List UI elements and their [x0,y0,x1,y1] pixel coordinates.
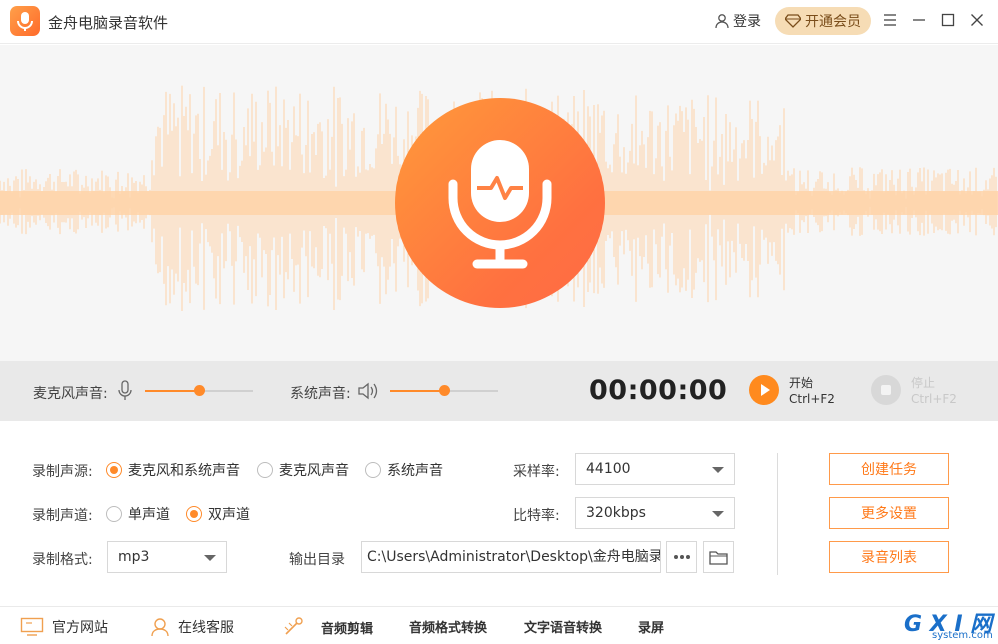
text-to-speech-link[interactable]: 文字语音转换 [524,617,602,636]
mic-volume-slider[interactable] [145,385,253,396]
maximize-icon [941,13,955,27]
channel-option-label: 双声道 [208,507,250,523]
microphone-icon [118,380,132,400]
monitor-icon [20,617,44,636]
audio-convert-link[interactable]: 音频格式转换 [409,617,487,636]
folder-icon [708,551,728,565]
radio-dot [257,462,273,478]
speaker-icon [358,382,378,400]
more-dots-icon [673,555,690,559]
user-icon [715,14,729,29]
browse-more-button[interactable] [666,541,697,573]
format-select[interactable]: mp3 [107,541,227,573]
start-text: 开始 [789,376,814,390]
menu-button[interactable] [881,11,899,29]
microphone-icon [17,12,33,31]
stop-hotkey: Ctrl+F2 [911,392,957,406]
audio-edit-link[interactable]: 音频剪辑 [283,617,373,637]
audio-edit-icon [284,617,303,635]
maximize-button[interactable] [939,11,957,29]
source-option-label: 麦克风和系统声音 [128,463,240,479]
stop-button[interactable] [871,375,901,405]
system-volume-thumb[interactable] [439,385,450,396]
source-option-label: 系统声音 [387,463,443,479]
tool-label: 音频剪辑 [321,621,374,637]
stop-text: 停止 [911,376,936,390]
sample-rate-label: 采样率: [513,464,560,480]
chevron-down-icon [712,511,724,517]
watermark-sub: system.com [932,630,993,641]
vip-label: 开通会员 [805,14,861,30]
recording-list-button[interactable]: 录音列表 [829,541,949,573]
minimize-button[interactable] [910,11,928,29]
title-bar: 金舟电脑录音软件 登录 开通会员 [0,0,998,44]
radio-dot [106,506,122,522]
source-option-mic[interactable]: 麦克风声音 [257,460,349,480]
vip-button[interactable]: 开通会员 [775,7,871,35]
hamburger-icon [884,14,896,26]
vertical-divider [777,453,778,575]
source-option-system[interactable]: 系统声音 [365,460,443,480]
radio-dot [365,462,381,478]
login-label: 登录 [733,14,761,30]
headset-person-icon [151,618,169,637]
stop-icon [881,385,891,395]
start-label[interactable]: 开始 Ctrl+F2 [789,375,835,407]
bitrate-select[interactable]: 320kbps [575,497,735,529]
play-icon [761,384,770,396]
open-folder-button[interactable] [703,541,734,573]
output-dir-label: 输出目录 [289,552,345,568]
screen-record-link[interactable]: 录屏 [638,617,664,636]
more-settings-button[interactable]: 更多设置 [829,497,949,529]
system-volume-slider[interactable] [390,385,498,396]
source-option-label: 麦克风声音 [279,463,349,479]
format-label: 录制格式: [32,552,93,568]
visualizer-area [0,45,998,361]
official-website-link[interactable]: 官方网站 [20,617,108,637]
channel-label: 录制声道: [32,508,93,524]
bitrate-label: 比特率: [513,508,560,524]
sample-rate-select[interactable]: 44100 [575,453,735,485]
app-logo [10,6,40,36]
radio-dot [186,506,202,522]
source-option-mic-and-system[interactable]: 麦克风和系统声音 [106,460,240,480]
stop-label[interactable]: 停止 Ctrl+F2 [911,375,957,407]
system-volume-label: 系统声音: [290,386,351,402]
online-support-label: 在线客服 [178,620,234,636]
record-mic-button[interactable] [395,98,605,308]
official-website-label: 官方网站 [52,620,108,636]
bitrate-value: 320kbps [586,505,646,521]
chevron-down-icon [712,467,724,473]
channel-option-stereo[interactable]: 双声道 [186,504,250,524]
tool-label: 文字语音转换 [524,621,603,636]
diamond-icon [785,14,801,28]
source-label: 录制声源: [32,464,93,480]
chevron-down-icon [204,555,216,561]
channel-option-label: 单声道 [128,507,170,523]
control-strip: 麦克风声音: 系统声音: 00:00:00 开始 Ctrl+F2 停止 Ctrl… [0,361,998,421]
format-value: mp3 [118,549,150,565]
settings-panel: 录制声源: 麦克风和系统声音 麦克风声音 系统声音 采样率: 44100 录制声… [0,421,998,606]
create-task-button[interactable]: 创建任务 [829,453,949,485]
close-button[interactable] [968,11,986,29]
site-watermark: G X I 网 system.com [902,606,998,644]
bottom-bar: 官方网站 在线客服 音频剪辑 音频格式转换 文字语音转换 录屏 [0,606,998,644]
sample-rate-value: 44100 [586,461,631,477]
output-path-field[interactable]: C:\Users\Administrator\Desktop\金舟电脑录 [361,541,661,573]
login-button[interactable]: 登录 [714,11,761,31]
mic-volume-label: 麦克风声音: [33,386,108,402]
record-timer: 00:00:00 [589,375,728,406]
mic-volume-thumb[interactable] [194,385,205,396]
radio-dot [106,462,122,478]
tool-label: 录屏 [638,621,665,636]
close-icon [971,14,983,26]
tool-label: 音频格式转换 [409,621,488,636]
online-support-link[interactable]: 在线客服 [150,617,234,637]
app-title: 金舟电脑录音软件 [48,14,169,32]
start-hotkey: Ctrl+F2 [789,392,835,406]
channel-option-mono[interactable]: 单声道 [106,504,170,524]
start-button[interactable] [749,375,779,405]
big-microphone-icon [448,140,552,269]
minimize-icon [913,19,925,21]
